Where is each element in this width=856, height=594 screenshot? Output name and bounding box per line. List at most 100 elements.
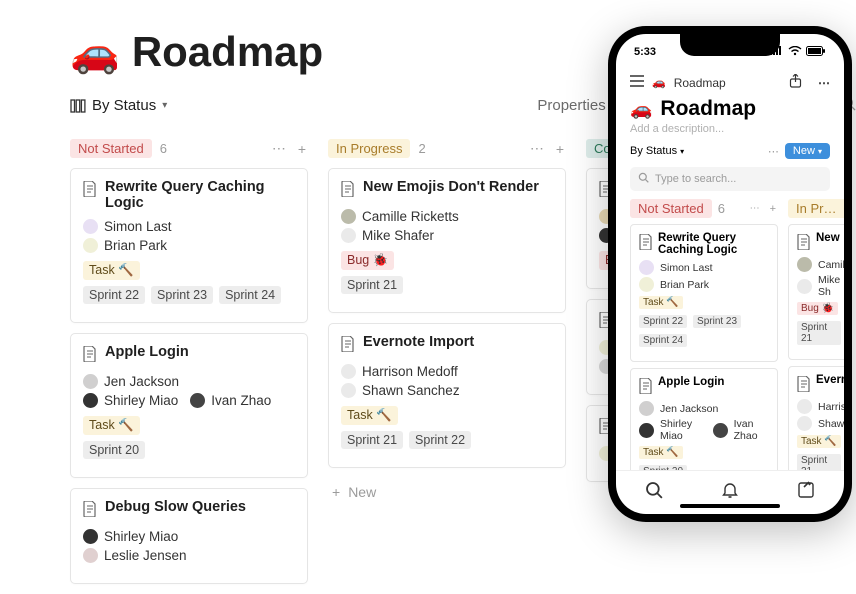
sprint-tags: Sprint 21 (797, 454, 841, 470)
nav-search-icon[interactable] (645, 481, 663, 504)
page-emoji-icon: 🚗 (70, 29, 120, 76)
column-more-icon[interactable]: ⋯ (270, 140, 288, 157)
assignee-name: Ivan Zhao (211, 393, 271, 408)
breadcrumb-emoji-icon: 🚗 (652, 76, 666, 89)
more-icon[interactable]: ⋯ (818, 76, 830, 90)
battery-icon (806, 46, 826, 59)
assignee-name: Simon Last (104, 219, 172, 234)
properties-action[interactable]: Properties (537, 97, 605, 114)
assignee-name: Simon Last (660, 262, 713, 274)
hamburger-icon[interactable] (630, 75, 644, 90)
type-tag: Task 🔨 (797, 435, 841, 448)
column-status-tag[interactable]: In Progress (328, 139, 410, 158)
type-tag: Bug 🐞 (797, 302, 838, 315)
new-page-button-label: New (793, 145, 815, 157)
kanban-card[interactable]: Rewrite Query Caching LogicSimon LastBri… (70, 168, 308, 323)
assignee: Leslie Jensen (83, 548, 295, 563)
phone-search-input[interactable]: Type to search... (630, 167, 830, 191)
phone-screen: 5:33 🚗 Roadmap ⋯ 🚗 Roadmap Add a descrip… (616, 34, 844, 514)
sprint-tag: Sprint 23 (693, 315, 741, 328)
sprint-tags: Sprint 21 Sprint 22 (341, 431, 553, 449)
assignee-name: Shirley Miao (660, 418, 705, 442)
avatar (83, 374, 98, 389)
view-switcher[interactable]: By Status ▾ (70, 97, 167, 114)
phone-view-switcher[interactable]: By Status ▾ (630, 145, 684, 157)
assignee: Brian Park (639, 277, 769, 292)
status-time: 5:33 (634, 46, 656, 58)
add-card-button[interactable]: +New (328, 478, 566, 506)
phone-description-placeholder[interactable]: Add a description... (616, 123, 844, 143)
column-status-tag[interactable]: In Progres (788, 199, 844, 218)
doc-icon (797, 234, 811, 253)
column-more-icon[interactable]: ⋯ (528, 140, 546, 157)
sprint-tag: Sprint 22 (409, 431, 471, 449)
doc-icon (639, 378, 653, 397)
phone-view-switcher-label: By Status (630, 145, 677, 157)
avatar (83, 393, 98, 408)
card-title-text: New Emojis Don't Render (363, 179, 539, 195)
phone-mockup: 5:33 🚗 Roadmap ⋯ 🚗 Roadmap Add a descrip… (608, 26, 852, 522)
assignee-name: Harrison (818, 401, 844, 413)
assignee: Shawn Sanchez (341, 383, 553, 398)
assignee: Ivan Zhao (190, 393, 271, 408)
nav-compose-icon[interactable] (797, 481, 815, 504)
assignee-name: Jen Jackson (660, 403, 718, 415)
sprint-tag: Sprint 21 (341, 431, 403, 449)
avatar (341, 228, 356, 243)
home-indicator (680, 504, 780, 508)
assignee-name: Brian Park (660, 279, 709, 291)
column-header: In Progress 2 ⋯ + (328, 139, 566, 158)
assignee-list: Jen JacksonShirley MiaoIvan Zhao (83, 374, 295, 408)
doc-icon (83, 181, 97, 201)
kanban-card[interactable]: New CamilleMike ShBug 🐞Sprint 21 (788, 224, 844, 360)
avatar (639, 277, 654, 292)
kanban-column: Not Started6⋯+Rewrite Query Caching Logi… (70, 139, 308, 594)
kanban-card[interactable]: Rewrite Query Caching Logic Simon Last Bri… (630, 224, 778, 362)
share-icon[interactable] (789, 74, 802, 91)
type-tag: Task 🔨 (83, 261, 140, 280)
assignee-list: CamilleMike Sh (797, 257, 841, 298)
kanban-card[interactable]: Debug Slow QueriesShirley MiaoLeslie Jen… (70, 488, 308, 584)
column-count: 6 (718, 201, 725, 216)
nav-notifications-icon[interactable] (721, 481, 739, 504)
chevron-down-icon: ▾ (818, 147, 822, 156)
kanban-card[interactable]: Evernote ImportHarrison MedoffShawn Sanc… (328, 323, 566, 468)
column-add-icon[interactable]: + (296, 141, 308, 157)
avatar (83, 548, 98, 563)
doc-icon (639, 234, 653, 256)
kanban-column: In Progress 2 ⋯ + New Emojis Don't RenderCam… (328, 139, 566, 594)
kanban-card[interactable]: New Emojis Don't RenderCamille RickettsM… (328, 168, 566, 313)
breadcrumb-text[interactable]: Roadmap (674, 76, 726, 90)
column-header: In Progres (788, 199, 844, 218)
column-header: Not Started 6 ⋯ + (630, 199, 778, 218)
sprint-tags: Sprint 21 (797, 321, 841, 345)
assignee-list: HarrisonShawn (797, 399, 841, 431)
sprint-tags: Sprint 22Sprint 23Sprint 24 (639, 315, 769, 347)
assignee: Ivan Zhao (713, 418, 769, 442)
avatar (190, 393, 205, 408)
assignee-name: Mike Sh (818, 274, 841, 298)
search-placeholder: Type to search... (655, 173, 736, 185)
assignee-name: Harrison Medoff (362, 364, 458, 379)
plus-icon: + (332, 484, 340, 500)
column-add-icon[interactable]: + (768, 203, 778, 215)
phone-page-emoji-icon: 🚗 (630, 99, 652, 120)
column-status-tag[interactable]: Not Started (70, 139, 152, 158)
kanban-card[interactable]: Apple LoginJen JacksonShirley MiaoIvan Z… (70, 333, 308, 478)
new-page-button[interactable]: New ▾ (785, 143, 830, 159)
card-title-text: Rewrite Query Caching Logic (658, 232, 769, 256)
kanban-card[interactable]: Everr HarrisonShawn Task 🔨 Sprint 21 (788, 366, 844, 470)
column-count: 2 (418, 141, 425, 156)
assignee: Harrison (797, 399, 841, 414)
column-status-tag[interactable]: Not Started (630, 199, 712, 218)
assignee: Shirley Miao (83, 529, 295, 544)
type-tag: Task 🔨 (341, 406, 398, 425)
doc-icon (341, 336, 355, 356)
avatar (341, 383, 356, 398)
type-tag: Task 🔨 (83, 416, 140, 435)
card-title-text: Everr (816, 374, 844, 395)
column-add-icon[interactable]: + (554, 141, 566, 157)
kanban-card[interactable]: Apple LoginJen JacksonShirley MiaoIvan Z… (630, 368, 778, 470)
column-more-icon[interactable]: ⋯ (748, 203, 762, 214)
phone-view-more-icon[interactable]: ⋯ (768, 145, 779, 158)
